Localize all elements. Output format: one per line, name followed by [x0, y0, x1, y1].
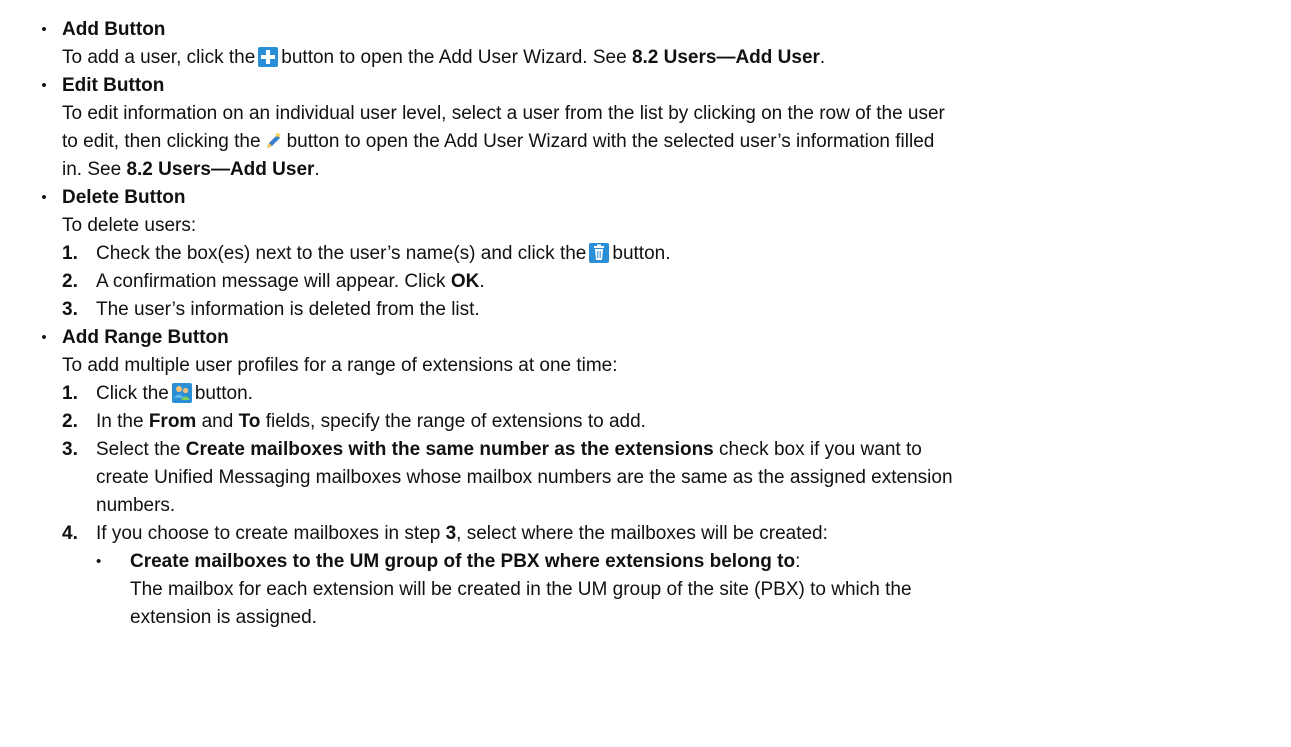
sub-list-item: • Create mailboxes to the UM group of th…	[96, 548, 1291, 632]
section-add-button: • Add Button To add a user, click the but…	[0, 16, 1291, 72]
bullet: •	[41, 189, 47, 206]
section-edit-button: • Edit Button To edit information on an …	[0, 72, 1291, 184]
cross-reference: 8.2 Users—Add User	[631, 47, 820, 68]
list-item: 2. In the From and To fields, specify the…	[62, 411, 646, 432]
paragraph: To add a user, click the button to open t…	[62, 47, 826, 68]
list-item: 4. If you choose to create mailboxes in s…	[62, 520, 1291, 632]
section-delete-button: • Delete Button To delete users: 1. Check…	[0, 184, 1291, 324]
users-icon	[171, 383, 192, 403]
cross-reference: 8.2 Users—Add User	[126, 159, 315, 180]
section-title: Edit Button	[62, 75, 165, 96]
list-item: 2. A confirmation message will appear. Cl…	[62, 271, 485, 292]
list-item: 3. The user’s information is deleted from…	[62, 299, 480, 320]
section-title: Add Button	[62, 19, 166, 40]
list-item: 1. Click the button.	[62, 383, 253, 404]
trash-icon	[589, 243, 610, 263]
section-title: Add Range Button	[62, 327, 229, 348]
plus-icon	[258, 47, 279, 67]
paragraph: To add multiple user profiles for a rang…	[62, 355, 618, 376]
document-page: • Add Button To add a user, click the but…	[0, 0, 1291, 747]
bullet: •	[96, 553, 102, 570]
paragraph: To edit information on an individual use…	[62, 103, 945, 180]
paragraph: To delete users:	[62, 215, 197, 236]
list-item: 1. Check the box(es) next to the user’s n…	[62, 243, 671, 264]
section-add-range-button: • Add Range Button To add multiple user …	[0, 324, 1291, 632]
list-item: 3. Select the Create mailboxes with the s…	[62, 439, 953, 516]
bullet: •	[41, 21, 47, 38]
section-title: Delete Button	[62, 187, 186, 208]
step-list: 1. Click the button. 2. In the From and To …	[62, 380, 1291, 632]
bullet: •	[41, 329, 47, 346]
bullet: •	[41, 77, 47, 94]
pencil-icon	[264, 131, 284, 151]
step-list: 1. Check the box(es) next to the user’s n…	[62, 240, 1291, 324]
